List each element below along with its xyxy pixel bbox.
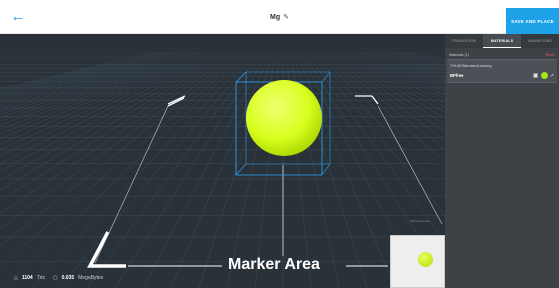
model-title: Mg [270, 13, 281, 21]
expand-icon[interactable]: ↗ [550, 73, 554, 79]
marker-area-label: Marker Area [228, 256, 320, 273]
file-size-unit: MegaBytes [78, 275, 104, 281]
material-name: BPfree [450, 73, 464, 78]
scene-preview-caption: Scene preview [410, 219, 430, 223]
tab-animations[interactable]: ANIMATIONS [521, 34, 559, 48]
model-stats: △ 1104 Tris ▢ 0.035 MegaBytes [14, 275, 103, 281]
materials-header: Materials (1) Reset [449, 53, 555, 57]
top-bar: ← Mg ✎ SAVE AND PLACE [0, 0, 559, 34]
back-arrow-icon[interactable]: ← [9, 8, 27, 26]
panel-tabs: TRANSFORM MATERIALS ANIMATIONS [445, 34, 559, 48]
save-and-place-button[interactable]: SAVE AND PLACE [506, 8, 559, 34]
material-row[interactable]: THLB/StandardLooking BPfree ▣ ↗ [447, 59, 557, 83]
materials-count-label: Materials (1) [449, 53, 469, 57]
mini-preview[interactable] [390, 235, 445, 288]
mini-preview-sphere [418, 252, 433, 267]
pencil-icon[interactable]: ✎ [283, 13, 289, 21]
material-shader-label: THLB/StandardLooking [450, 63, 492, 68]
scene-canvas[interactable] [0, 34, 445, 288]
tab-materials[interactable]: MATERIALS [483, 34, 521, 48]
title-wrap: Mg ✎ [0, 0, 559, 34]
triangle-count: 1104 [21, 275, 33, 281]
material-actions: ▣ ↗ [533, 72, 554, 79]
file-size: 0.035 [61, 275, 75, 281]
color-swatch[interactable] [540, 72, 548, 79]
3d-viewport[interactable] [0, 34, 445, 288]
sphere-model [246, 80, 322, 156]
reset-button[interactable]: Reset [546, 53, 555, 57]
texture-icon[interactable]: ▣ [533, 73, 539, 79]
app-root: ← Mg ✎ SAVE AND PLACE Marker Area △ 1104… [0, 0, 559, 288]
tab-transform[interactable]: TRANSFORM [445, 34, 483, 48]
triangle-unit: Tris [36, 275, 45, 281]
properties-panel: TRANSFORM MATERIALS ANIMATIONS Materials… [445, 34, 559, 288]
horizon-fade [0, 34, 445, 64]
triangle-icon: △ [14, 275, 18, 281]
file-icon: ▢ [52, 275, 58, 281]
